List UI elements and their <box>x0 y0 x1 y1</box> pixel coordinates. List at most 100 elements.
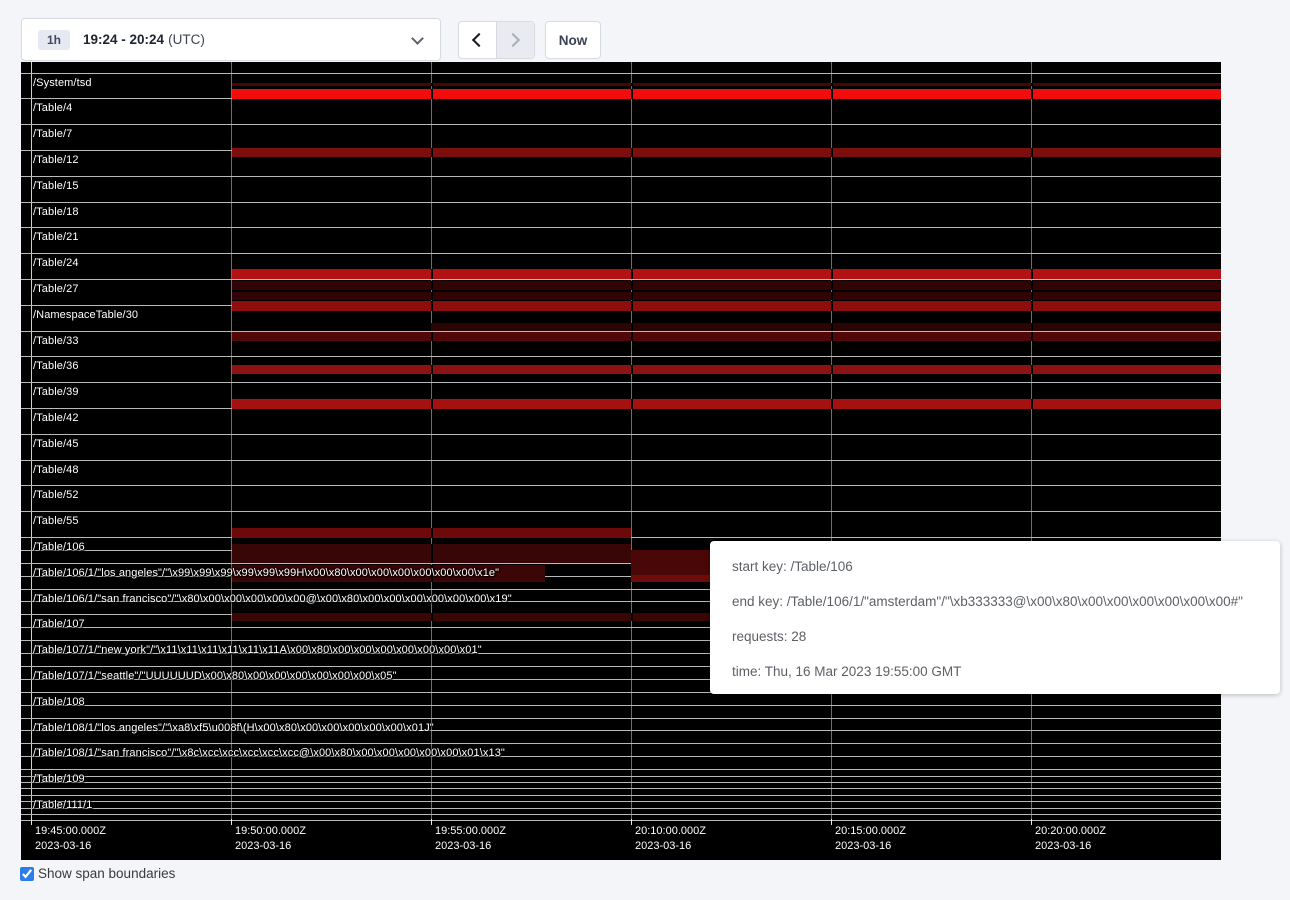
span-boundary-line <box>21 356 1221 357</box>
row-label: /Table/42 <box>33 412 79 424</box>
show-span-boundaries-label[interactable]: Show span boundaries <box>38 866 175 881</box>
row-label: /Table/108/1/"san francisco"/"\x8c\xcc\x… <box>33 747 505 759</box>
column-break <box>431 148 433 157</box>
span-boundary-line <box>21 485 1221 486</box>
row-label: /Table/36 <box>33 360 79 372</box>
heatmap-bar[interactable] <box>232 292 1221 300</box>
column-break <box>831 292 833 300</box>
span-boundary-line <box>21 814 1221 815</box>
key-visualizer-page: 1h 19:24 - 20:24 (UTC) Now /System/tsd/T… <box>0 0 1290 900</box>
span-boundary-line <box>21 743 1221 744</box>
now-button[interactable]: Now <box>545 21 601 59</box>
x-axis-date-label: 2023-03-16 <box>1035 840 1091 852</box>
row-label: /Table/12 <box>33 154 79 166</box>
column-break <box>831 323 833 331</box>
heatmap-bar[interactable] <box>232 301 1221 311</box>
x-axis-tick <box>431 819 432 825</box>
x-axis-time-label: 20:15:00.000Z <box>835 825 906 837</box>
x-axis-tick <box>231 819 232 825</box>
column-break <box>631 332 633 341</box>
column-break <box>631 89 633 99</box>
row-label: /Table/7 <box>33 128 72 140</box>
column-break <box>1031 83 1033 86</box>
column-break <box>1031 332 1033 341</box>
row-label: /NamespaceTable/30 <box>33 309 138 321</box>
span-boundary-line <box>21 782 1221 783</box>
span-boundary-line <box>21 718 1221 719</box>
column-break <box>631 148 633 157</box>
span-boundary-line <box>21 460 1221 461</box>
heatmap-bar[interactable] <box>431 323 1221 331</box>
heatmap-bar[interactable] <box>232 83 1221 86</box>
row-label: /Table/111/1 <box>33 799 93 811</box>
row-label: /Table/106/1/"san francisco"/"\x80\x00\x… <box>33 593 512 605</box>
row-label: /Table/39 <box>33 386 79 398</box>
column-break <box>831 301 833 311</box>
tooltip-requests: requests: 28 <box>732 629 1280 644</box>
column-break <box>631 269 633 279</box>
x-axis-date-label: 2023-03-16 <box>835 840 891 852</box>
column-break <box>631 301 633 311</box>
x-axis-tick <box>31 819 32 825</box>
tooltip-time: time: Thu, 16 Mar 2023 19:55:00 GMT <box>732 664 1280 679</box>
span-boundary-line <box>21 788 1221 789</box>
column-break <box>631 613 633 621</box>
column-break <box>631 365 633 374</box>
column-break <box>1031 301 1033 311</box>
heatmap-bar[interactable] <box>232 332 1221 341</box>
chevron-left-icon <box>472 33 486 47</box>
time-range-select[interactable]: 1h 19:24 - 20:24 (UTC) <box>21 18 441 61</box>
x-axis-time-label: 20:20:00.000Z <box>1035 825 1106 837</box>
show-span-boundaries-checkbox[interactable] <box>20 867 34 881</box>
column-break <box>831 269 833 279</box>
column-break <box>1031 281 1033 290</box>
time-range-text: 19:24 - 20:24 <box>83 32 164 47</box>
heatmap-bar[interactable] <box>232 148 1221 157</box>
column-break <box>431 292 433 300</box>
column-break <box>431 613 433 621</box>
row-label: /Table/18 <box>33 206 79 218</box>
column-break <box>1031 292 1033 300</box>
chevron-down-icon <box>411 32 424 45</box>
column-break <box>1031 365 1033 374</box>
heatmap-canvas[interactable]: /System/tsd/Table/4/Table/7/Table/12/Tab… <box>21 62 1221 860</box>
span-boundary-line <box>21 769 1221 770</box>
column-break <box>431 301 433 311</box>
tooltip-end-key: end key: /Table/106/1/"amsterdam"/"\xb33… <box>732 594 1280 609</box>
x-axis-tick <box>1031 819 1032 825</box>
span-boundary-line <box>21 202 1221 203</box>
span-boundary-line <box>21 776 1221 777</box>
row-label: /Table/21 <box>33 231 79 243</box>
x-axis-time-label: 20:10:00.000Z <box>635 825 706 837</box>
previous-range-button[interactable] <box>459 22 497 58</box>
row-label: /Table/52 <box>33 489 79 501</box>
row-label: /Table/4 <box>33 102 72 114</box>
column-break <box>431 89 433 99</box>
row-label: /Table/27 <box>33 283 79 295</box>
heatmap-bar[interactable] <box>232 399 1221 409</box>
heatmap-bar[interactable] <box>232 269 1221 279</box>
next-range-button-disabled[interactable] <box>497 22 535 58</box>
span-boundary-line <box>21 176 1221 177</box>
heatmap-bar[interactable] <box>232 365 1221 374</box>
span-boundary-line <box>21 808 1221 809</box>
x-axis-tick <box>631 819 632 825</box>
heatmap-bar[interactable] <box>232 89 1221 99</box>
x-axis-time-label: 19:55:00.000Z <box>435 825 506 837</box>
heatmap-bar[interactable] <box>232 281 1221 290</box>
column-break <box>631 292 633 300</box>
time-range-duration-badge: 1h <box>38 30 70 50</box>
column-break <box>831 399 833 409</box>
column-break <box>431 83 433 86</box>
column-break <box>431 399 433 409</box>
row-label: /Table/109 <box>33 773 85 785</box>
column-break <box>831 365 833 374</box>
column-break <box>831 332 833 341</box>
column-break <box>831 148 833 157</box>
time-nav-button-group <box>458 21 535 59</box>
row-label: /Table/24 <box>33 257 79 269</box>
span-boundary-line <box>21 253 1221 254</box>
chevron-right-icon <box>506 33 520 47</box>
row-label: /Table/107/1/"seattle"/"UUUUUUD\x00\x80\… <box>33 670 397 682</box>
row-label: /Table/108 <box>33 696 85 708</box>
